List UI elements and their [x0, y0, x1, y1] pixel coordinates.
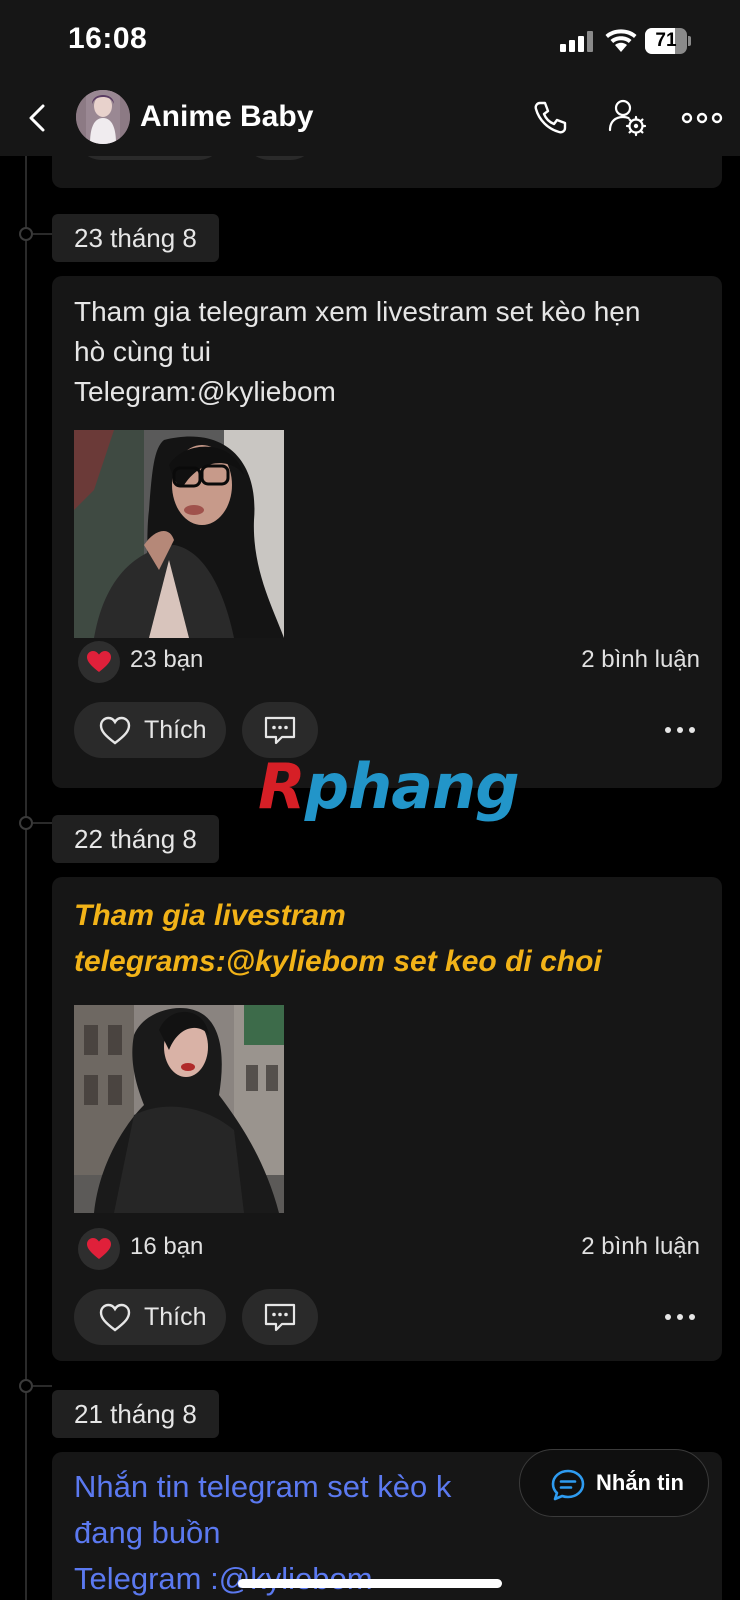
- watermark-text: phang: [304, 750, 520, 823]
- heart-reaction-icon: [78, 641, 120, 683]
- post-text-line: telegrams:@kyliebom set keo di choi: [74, 945, 602, 978]
- post-text-line: đang buồn: [74, 1515, 221, 1550]
- heart-outline-icon: [99, 1303, 131, 1332]
- like-button[interactable]: Thích: [74, 702, 226, 758]
- post-photo[interactable]: [74, 430, 284, 638]
- date-chip: 21 tháng 8: [52, 1390, 219, 1438]
- message-button[interactable]: Nhắn tin: [519, 1449, 709, 1517]
- conversation-title[interactable]: Anime Baby: [140, 100, 313, 134]
- signal-icon: [560, 30, 594, 52]
- timeline-connector: [33, 233, 52, 235]
- reaction-count[interactable]: 16 bạn: [130, 1233, 203, 1261]
- comment-count[interactable]: 2 bình luận: [581, 646, 700, 674]
- timeline-connector: [33, 822, 52, 824]
- heart-outline-icon: [99, 716, 131, 745]
- home-indicator[interactable]: [238, 1579, 502, 1588]
- comment-icon: [264, 1303, 296, 1332]
- more-horizontal-icon[interactable]: [660, 1301, 700, 1333]
- battery-level: 71: [655, 30, 677, 51]
- post-text-line: Tham gia livestram: [74, 899, 346, 932]
- post-text-line: Telegram:@kyliebom: [74, 376, 336, 407]
- post-text: Tham gia livestram telegrams:@kyliebom s…: [74, 893, 602, 985]
- status-bar: 16:08 71: [0, 0, 740, 80]
- watermark-logo: Rphang: [258, 750, 520, 823]
- chevron-left-icon[interactable]: [18, 98, 58, 138]
- timeline-dot: [19, 1379, 33, 1393]
- like-label: Thích: [144, 716, 207, 744]
- like-button[interactable]: Thích: [74, 1289, 226, 1345]
- reaction-count[interactable]: 23 bạn: [130, 646, 203, 674]
- post-text-line: hò cùng tui: [74, 336, 211, 367]
- post-text-line: Tham gia telegram xem livestram set kèo …: [74, 296, 641, 327]
- comment-button[interactable]: [242, 1289, 318, 1345]
- avatar[interactable]: [76, 90, 130, 144]
- phone-icon[interactable]: [530, 98, 570, 138]
- date-chip: 22 tháng 8: [52, 815, 219, 863]
- post-text-line: Nhắn tin telegram set kèo k: [74, 1469, 452, 1504]
- timeline-dot: [19, 816, 33, 830]
- date-chip: 23 tháng 8: [52, 214, 219, 262]
- action-row: Thích: [74, 1289, 700, 1345]
- more-horizontal-icon[interactable]: [660, 714, 700, 746]
- comment-count[interactable]: 2 bình luận: [581, 1233, 700, 1261]
- timeline-connector: [33, 1385, 52, 1387]
- wifi-icon: [605, 29, 637, 52]
- post-card[interactable]: Tham gia telegram xem livestram set kèo …: [52, 276, 722, 788]
- chat-bubble-icon: [551, 1469, 585, 1501]
- heart-reaction-icon: [78, 1228, 120, 1270]
- more-horizontal-icon[interactable]: [680, 102, 724, 134]
- post-text-line: Telegram :@kyliebom: [74, 1561, 373, 1596]
- post-card[interactable]: Tham gia livestram telegrams:@kyliebom s…: [52, 877, 722, 1361]
- reaction-row: 23 bạn 2 bình luận: [74, 640, 700, 684]
- watermark-first-letter: R: [258, 750, 306, 823]
- page: 23 tháng 8 Tham gia telegram xem livestr…: [0, 0, 740, 1600]
- user-settings-icon[interactable]: [606, 96, 648, 138]
- post-photo[interactable]: [74, 1005, 284, 1213]
- like-label: Thích: [144, 1303, 207, 1331]
- post-text: Tham gia telegram xem livestram set kèo …: [74, 292, 640, 412]
- message-button-label: Nhắn tin: [596, 1470, 684, 1495]
- timeline-dot: [19, 227, 33, 241]
- status-time: 16:08: [68, 22, 148, 55]
- comment-icon: [264, 716, 296, 745]
- chat-header: Anime Baby: [0, 80, 740, 156]
- battery-icon: 71: [645, 28, 691, 54]
- reaction-row: 16 bạn 2 bình luận: [74, 1227, 700, 1271]
